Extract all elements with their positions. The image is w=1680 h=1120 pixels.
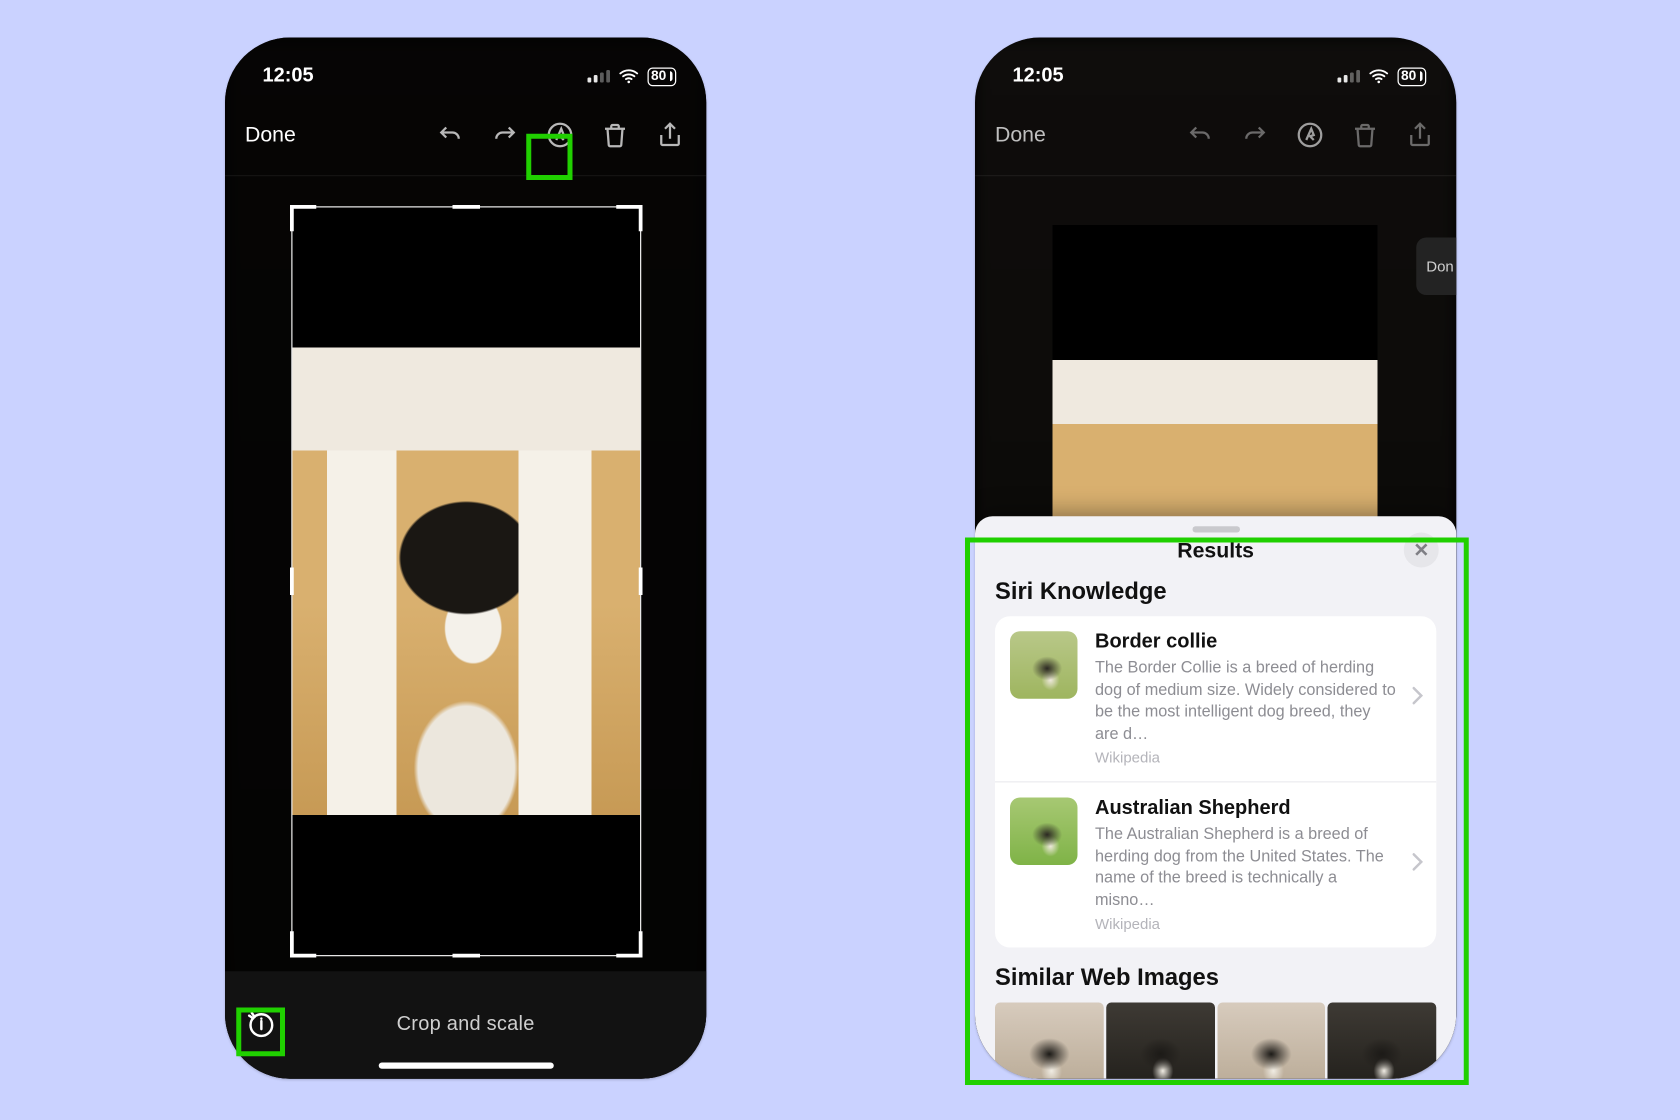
card-source: Wikipedia xyxy=(1095,915,1396,933)
crop-handle-bottom-right[interactable] xyxy=(616,931,642,957)
markup-icon[interactable] xyxy=(544,119,577,152)
similar-image[interactable] xyxy=(1328,1003,1436,1079)
results-sheet[interactable]: Results ✕ Siri Knowledge Border collie T… xyxy=(975,516,1456,1079)
card-thumbnail xyxy=(1010,631,1078,699)
cellular-icon xyxy=(587,70,610,83)
done-button[interactable]: Done xyxy=(995,123,1046,148)
card-title: Australian Shepherd xyxy=(1095,798,1396,821)
similar-image[interactable] xyxy=(995,1003,1103,1079)
cellular-icon xyxy=(1337,70,1360,83)
home-indicator[interactable] xyxy=(378,1063,553,1069)
similar-image[interactable] xyxy=(1217,1003,1325,1079)
sheet-grabber[interactable] xyxy=(1192,526,1240,532)
similar-image[interactable] xyxy=(1106,1003,1214,1079)
battery-indicator: 80 xyxy=(647,67,676,86)
chevron-right-icon xyxy=(1411,686,1424,712)
wifi-icon xyxy=(617,65,640,88)
card-desc: The Border Collie is a breed of herding … xyxy=(1095,656,1396,744)
knowledge-card[interactable]: Border collie The Border Collie is a bre… xyxy=(995,616,1436,781)
share-icon[interactable] xyxy=(654,119,687,152)
crop-handle-top-left[interactable] xyxy=(289,205,315,231)
crop-handle-bottom-left[interactable] xyxy=(289,931,315,957)
letterbox-top xyxy=(292,208,640,348)
trash-icon[interactable] xyxy=(1349,119,1382,152)
crop-stage[interactable] xyxy=(291,206,641,956)
thumbnail-peek[interactable]: Don xyxy=(1416,238,1456,296)
close-icon[interactable]: ✕ xyxy=(1404,533,1439,568)
phone-screenshot-right: 12:05 80 Done Don xyxy=(975,38,1456,1079)
share-icon[interactable] xyxy=(1404,119,1437,152)
sheet-title: Results xyxy=(1177,539,1254,563)
crop-box[interactable] xyxy=(291,206,641,956)
crop-handle-bottom[interactable] xyxy=(452,954,480,958)
similar-images-grid xyxy=(995,1003,1436,1079)
battery-indicator: 80 xyxy=(1397,67,1426,86)
editor-toolbar: Done xyxy=(225,98,706,177)
crop-handle-top-right[interactable] xyxy=(616,205,642,231)
crop-caption: Crop and scale xyxy=(397,1014,535,1037)
undo-icon[interactable] xyxy=(434,119,467,152)
siri-knowledge-header: Siri Knowledge xyxy=(995,579,1436,607)
status-bar: 12:05 80 xyxy=(975,38,1456,98)
knowledge-cards: Border collie The Border Collie is a bre… xyxy=(995,616,1436,948)
crop-handle-top[interactable] xyxy=(452,205,480,209)
letterbox-bottom xyxy=(292,815,640,955)
card-desc: The Australian Shepherd is a breed of he… xyxy=(1095,823,1396,911)
chevron-right-icon xyxy=(1411,852,1424,878)
status-time: 12:05 xyxy=(1013,65,1064,88)
visual-lookup-icon[interactable] xyxy=(243,1006,278,1041)
phone-screenshot-left: 12:05 80 Done xyxy=(225,38,706,1079)
photo-dog xyxy=(292,348,640,816)
redo-icon[interactable] xyxy=(1239,119,1272,152)
status-time: 12:05 xyxy=(263,65,314,88)
card-thumbnail xyxy=(1010,798,1078,866)
card-source: Wikipedia xyxy=(1095,749,1396,767)
crop-handle-right[interactable] xyxy=(638,568,642,596)
wifi-icon xyxy=(1367,65,1390,88)
redo-icon[interactable] xyxy=(489,119,522,152)
knowledge-card[interactable]: Australian Shepherd The Australian Sheph… xyxy=(995,781,1436,947)
undo-icon[interactable] xyxy=(1184,119,1217,152)
status-bar: 12:05 80 xyxy=(225,38,706,98)
done-button[interactable]: Done xyxy=(245,123,296,148)
editor-toolbar: Done xyxy=(975,98,1456,177)
card-title: Border collie xyxy=(1095,631,1396,654)
similar-images-header: Similar Web Images xyxy=(995,965,1436,993)
trash-icon[interactable] xyxy=(599,119,632,152)
markup-icon[interactable] xyxy=(1294,119,1327,152)
crop-handle-left[interactable] xyxy=(289,568,293,596)
